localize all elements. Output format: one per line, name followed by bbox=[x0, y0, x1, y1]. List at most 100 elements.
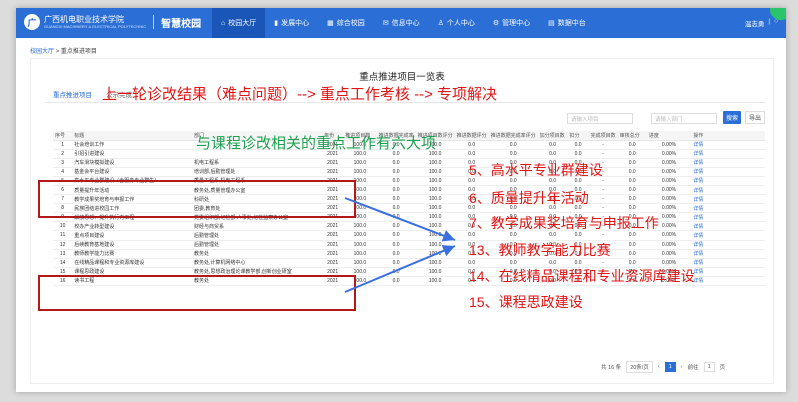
nav-item-campus-hall[interactable]: ⌂ 校园大厅 bbox=[212, 8, 266, 38]
table-cell: 0.0 bbox=[376, 230, 416, 241]
details-link[interactable]: 详情 bbox=[691, 203, 765, 214]
table-cell: 0.0 bbox=[376, 167, 416, 177]
details-link[interactable]: 详情 bbox=[691, 212, 765, 223]
nav-item-personal[interactable]: ♙ 个人中心 bbox=[429, 8, 484, 38]
table-cell: 100.0 bbox=[343, 167, 377, 177]
details-link[interactable]: 详情 bbox=[691, 158, 765, 168]
table-cell: 100.0 bbox=[415, 249, 455, 259]
table-cell: - bbox=[588, 203, 618, 214]
prev-page-button[interactable]: ‹ bbox=[658, 364, 660, 370]
table-row: 3 汽车滑块模拟建设 机电工程系 2021 100.0 0.0 100.0 0.0 0.0 0.0… bbox=[53, 158, 765, 168]
table-cell: 0.0 bbox=[376, 212, 416, 223]
goto-suffix: 页 bbox=[719, 365, 726, 371]
table-cell: 100.0 bbox=[415, 194, 455, 205]
details-link[interactable]: 详情 bbox=[691, 258, 765, 268]
nav-label: 信息中心 bbox=[391, 20, 420, 27]
nav-item-development[interactable]: ▮ 发展中心 bbox=[265, 8, 318, 38]
details-link[interactable]: 详情 bbox=[691, 194, 765, 205]
nav-item-data[interactable]: ▤ 数据中台 bbox=[539, 8, 595, 38]
goto-page-input[interactable]: 1 bbox=[703, 362, 715, 372]
details-link[interactable]: 详情 bbox=[691, 249, 765, 259]
annotation-title: 上一轮诊改结果（难点问题）--> 重点工作考核 --> 专项解决 bbox=[102, 86, 498, 103]
details-link[interactable]: 详情 bbox=[691, 230, 765, 241]
table-row: 4 基金会平台建设 培训部,后勤管理处 2021 100.0 0.0 100.0 0.0 0.0… bbox=[53, 167, 765, 177]
table-cell: 0.00% bbox=[646, 149, 692, 159]
nav-item-management[interactable]: ⚙ 管理中心 bbox=[484, 8, 539, 38]
nav-label: 综合校园 bbox=[336, 20, 365, 27]
export-button[interactable]: 导出 bbox=[745, 111, 765, 124]
column-header: 扣分 bbox=[567, 131, 589, 141]
table-cell: 后续教育基地建设 bbox=[72, 240, 192, 250]
details-link[interactable]: 详情 bbox=[691, 140, 765, 150]
nav-label: 管理中心 bbox=[502, 20, 531, 27]
next-page-button[interactable]: › bbox=[681, 364, 683, 370]
home-icon: ⌂ bbox=[221, 19, 226, 27]
column-header: 完成项目数 bbox=[588, 131, 618, 141]
current-page[interactable]: 1 bbox=[664, 362, 676, 372]
nav-item-campus[interactable]: ▦ 综合校园 bbox=[318, 8, 374, 38]
database-icon: ▤ bbox=[548, 20, 555, 27]
table-cell: 0.0 bbox=[617, 149, 647, 159]
table-cell: 0.00% bbox=[646, 140, 692, 150]
details-link[interactable]: 详情 bbox=[691, 276, 765, 287]
table-cell: 教师教学能力比赛 bbox=[72, 249, 192, 259]
details-link[interactable]: 详情 bbox=[691, 149, 765, 159]
nav-item-info[interactable]: ✉ 信息中心 bbox=[374, 8, 429, 38]
table-cell: 2021 bbox=[322, 258, 344, 268]
table-cell: 0.0 bbox=[617, 249, 647, 259]
table-cell: 0.0 bbox=[376, 249, 416, 259]
search-button[interactable]: 搜索 bbox=[723, 111, 741, 124]
table-cell: 1 bbox=[53, 140, 73, 150]
details-link[interactable]: 详情 bbox=[691, 167, 765, 177]
gear-icon: ⚙ bbox=[492, 20, 500, 27]
mail-icon: ✉ bbox=[382, 20, 389, 27]
table-cell: 财经与商贸系 bbox=[192, 221, 323, 232]
table-cell: 校办产业转型建设 bbox=[72, 221, 192, 232]
dept-filter-input[interactable]: 请输入部门 bbox=[651, 113, 717, 124]
user-menu[interactable]: 温志勇 | ○ bbox=[745, 18, 778, 28]
table-cell: 引招引进建设 bbox=[72, 149, 192, 159]
project-filter-input[interactable]: 请输入项目 bbox=[567, 113, 633, 124]
table-cell: 0.0 bbox=[376, 221, 416, 232]
nav-label: 数据中台 bbox=[557, 20, 586, 27]
table-cell: 0.00% bbox=[646, 194, 692, 205]
table-cell: 0.0 bbox=[617, 185, 647, 196]
nav-label: 个人中心 bbox=[446, 20, 475, 27]
details-link[interactable]: 详情 bbox=[691, 185, 765, 196]
details-link[interactable]: 详情 bbox=[691, 240, 765, 250]
total-count: 共 16 条 bbox=[601, 365, 622, 371]
table-cell: - bbox=[588, 140, 618, 150]
table-cell: 0.0 bbox=[376, 185, 416, 196]
breadcrumb-sep: > bbox=[55, 49, 60, 55]
table-cell: 4 bbox=[53, 167, 73, 177]
column-header: 加分项目数 bbox=[537, 131, 568, 141]
table-cell: 基金会平台建设 bbox=[72, 167, 192, 177]
table-cell: 100.0 bbox=[415, 240, 455, 250]
annotation-item-5: 5、高水平专业群建设 bbox=[469, 162, 603, 178]
school-logo[interactable]: 广 广西机电职业技术学院 GUANGXI MACHINERY & ELECTRI… bbox=[24, 14, 201, 30]
table-cell: 2021 bbox=[322, 158, 344, 168]
grid-icon: ▦ bbox=[327, 20, 334, 27]
table-cell: 汽车滑块模拟建设 bbox=[72, 158, 192, 168]
table-cell: 0.0 bbox=[617, 203, 647, 214]
table-cell: 0.0 bbox=[454, 149, 489, 159]
annotation-item-14: 14、在线精品课程和专业资源库建设 bbox=[469, 268, 695, 284]
page-size-select[interactable]: 20条/页 bbox=[626, 361, 653, 373]
annotation-item-15: 15、课程思政建设 bbox=[469, 294, 583, 310]
table-cell: 100.0 bbox=[415, 267, 455, 277]
product-name: 智慧校园 bbox=[161, 18, 202, 30]
table-cell: 0.00% bbox=[646, 185, 692, 196]
table-cell: 0.0 bbox=[617, 167, 647, 177]
table-cell: 10 bbox=[53, 221, 73, 232]
table-cell: 0.00% bbox=[646, 167, 692, 177]
highlight-box-rows-13-15 bbox=[38, 275, 356, 311]
table-cell: - bbox=[588, 185, 618, 196]
table-cell: 12 bbox=[53, 240, 73, 250]
details-link[interactable]: 详情 bbox=[691, 267, 765, 277]
user-name: 温志勇 bbox=[744, 21, 765, 28]
tab-key-projects[interactable]: 重点推进项目 bbox=[53, 89, 92, 103]
details-link[interactable]: 详情 bbox=[691, 221, 765, 232]
details-link[interactable]: 详情 bbox=[691, 176, 765, 186]
breadcrumb-root[interactable]: 校园大厅 bbox=[30, 49, 54, 55]
content-panel: 重点推进项目一览表 重点推进项目 公示完成 请输入项目 请输入部门 搜索 导出 … bbox=[30, 58, 774, 384]
